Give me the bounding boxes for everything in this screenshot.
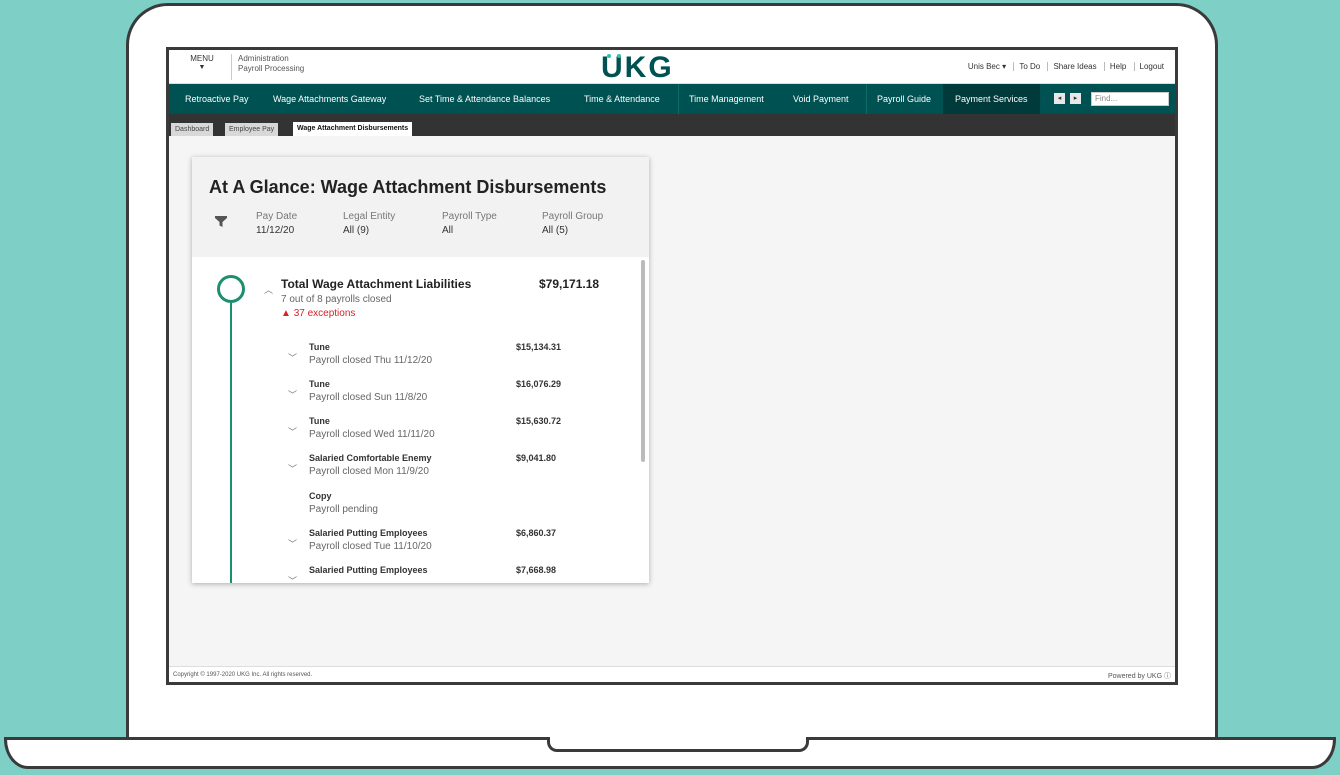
user-menu-link[interactable]: Unis Bec ▾ — [963, 62, 1011, 71]
nav-separator — [866, 84, 867, 114]
tab-wage-attachment-disbursements[interactable]: Wage Attachment Disbursements — [293, 122, 413, 136]
payroll-row[interactable]: ﹀ Salaried Putting Employees Payroll clo… — [288, 528, 578, 560]
payroll-amount: $9,041.80 — [516, 453, 557, 463]
payroll-name: Copy — [309, 491, 332, 501]
laptop-base — [4, 737, 1336, 769]
payroll-amount: $15,630.72 — [516, 416, 562, 426]
payroll-name: Tune — [309, 416, 330, 426]
laptop-notch — [547, 737, 809, 752]
payroll-name: Tune — [309, 342, 330, 352]
payroll-amount: $6,860.37 — [516, 528, 557, 538]
payroll-row[interactable]: ﹀ Salaried Comfortable Enemy Payroll clo… — [288, 453, 578, 485]
filter-label: Payroll Type — [442, 211, 497, 222]
filter-payroll-group[interactable]: Payroll Group All (5) — [542, 210, 603, 238]
nav-payment-services[interactable]: Payment Services — [943, 84, 1040, 114]
menu-label: MENU — [190, 54, 214, 63]
timeline-ring-icon — [217, 275, 245, 303]
payroll-row[interactable]: ﹀ Tune Payroll closed Wed 11/11/20 $15,6… — [288, 416, 578, 448]
payroll-row: Copy Payroll pending — [288, 491, 578, 523]
app-screen: MENU ▼ Administration Payroll Processing… — [166, 47, 1178, 685]
payroll-amount: $16,076.29 — [516, 379, 562, 389]
payroll-status: Payroll pending — [309, 504, 378, 515]
filter-label: Legal Entity — [343, 211, 396, 222]
nav-void-payment[interactable]: Void Payment — [793, 84, 849, 114]
timeline-line — [230, 303, 232, 583]
footer: Copyright © 1997-2020 UKG Inc. All right… — [169, 666, 1175, 682]
payroll-name: Salaried Comfortable Enemy — [309, 453, 432, 463]
payroll-name: Salaried Putting Employees — [309, 528, 428, 538]
copyright-text: Copyright © 1997-2020 UKG Inc. All right… — [173, 672, 313, 678]
help-link[interactable]: Help — [1103, 62, 1132, 71]
logo-dots-icon — [607, 54, 621, 58]
filter-icon[interactable] — [214, 214, 228, 228]
exceptions-link[interactable]: ▲ 37 exceptions — [281, 308, 355, 319]
chevron-down-icon[interactable]: ﹀ — [288, 574, 297, 583]
logout-link[interactable]: Logout — [1133, 62, 1169, 71]
nav-time-attendance[interactable]: Time & Attendance — [584, 84, 660, 114]
ukg-logo: UKG — [601, 51, 674, 85]
nav-separator — [678, 84, 679, 114]
filter-legal-entity[interactable]: Legal Entity All (9) — [343, 210, 395, 238]
nav-prev-icon[interactable]: ◂ — [1054, 93, 1065, 104]
todo-link[interactable]: To Do — [1013, 62, 1046, 71]
share-ideas-link[interactable]: Share Ideas — [1047, 62, 1102, 71]
payroll-name: Salaried Putting Employees — [309, 565, 428, 575]
payroll-status: Payroll closed Thu 11/12/20 — [309, 355, 433, 366]
payroll-name: Tune — [309, 379, 330, 389]
payroll-row[interactable]: ﹀ Salaried Putting Employees $7,668.98 — [288, 565, 578, 583]
payroll-status: Payroll closed Wed 11/11/20 — [309, 429, 435, 440]
total-title: Total Wage Attachment Liabilities — [281, 277, 472, 291]
total-subtitle: 7 out of 8 payrolls closed — [281, 294, 392, 305]
filter-value: All (9) — [343, 225, 370, 236]
nav-set-time-attendance-balances[interactable]: Set Time & Attendance Balances — [419, 84, 550, 114]
top-bar: MENU ▼ Administration Payroll Processing… — [169, 50, 1175, 84]
powered-by-text: Powered by UKG ⓘ — [1107, 673, 1171, 680]
filter-payroll-type[interactable]: Payroll Type All — [442, 210, 497, 238]
payroll-status: Payroll closed Sun 11/8/20 — [309, 392, 428, 403]
filter-pay-date[interactable]: Pay Date 11/12/20 — [256, 210, 297, 238]
chevron-up-icon[interactable]: ︿ — [264, 283, 273, 296]
menu-button[interactable]: MENU ▼ — [177, 54, 227, 80]
breadcrumb-line-2: Payroll Processing — [238, 64, 305, 73]
chevron-down-icon[interactable]: ﹀ — [288, 351, 297, 364]
nav-payroll-guide[interactable]: Payroll Guide — [877, 84, 931, 114]
card-title: At A Glance: Wage Attachment Disbursemen… — [209, 177, 607, 197]
filter-label: Pay Date — [256, 211, 298, 222]
payroll-status: Payroll closed Mon 11/9/20 — [309, 466, 429, 477]
filter-value: All — [442, 225, 454, 236]
card-header: At A Glance: Wage Attachment Disbursemen… — [192, 157, 649, 257]
payroll-status: Payroll closed Tue 11/10/20 — [309, 541, 432, 552]
sub-tab-bar: Dashboard Employee Pay Wage Attachment D… — [169, 114, 1175, 136]
caret-down-icon: ▼ — [198, 64, 206, 71]
chevron-down-icon[interactable]: ﹀ — [288, 537, 297, 550]
tab-employee-pay[interactable]: Employee Pay — [225, 123, 279, 136]
nav-next-icon[interactable]: ▸ — [1070, 93, 1081, 104]
chevron-down-icon[interactable]: ﹀ — [288, 425, 297, 438]
filter-label: Payroll Group — [542, 211, 604, 222]
card-scrollbar[interactable] — [641, 260, 645, 462]
payroll-row[interactable]: ﹀ Tune Payroll closed Thu 11/12/20 $15,1… — [288, 342, 578, 374]
breadcrumb: Administration Payroll Processing — [231, 54, 304, 80]
payroll-amount: $15,134.31 — [516, 342, 562, 352]
main-nav: Retroactive Pay Wage Attachments Gateway… — [169, 84, 1175, 114]
chevron-down-icon[interactable]: ﹀ — [288, 462, 297, 475]
tab-dashboard[interactable]: Dashboard — [171, 123, 214, 136]
payroll-row[interactable]: ﹀ Tune Payroll closed Sun 11/8/20 $16,07… — [288, 379, 578, 411]
chevron-down-icon[interactable]: ﹀ — [288, 388, 297, 401]
at-a-glance-card: At A Glance: Wage Attachment Disbursemen… — [192, 157, 649, 583]
total-amount: $79,171.18 — [539, 277, 600, 291]
top-links: Unis Bec ▾ To Do Share Ideas Help Logout — [963, 62, 1169, 71]
payroll-amount: $7,668.98 — [516, 565, 557, 575]
find-input[interactable]: Find... — [1091, 92, 1169, 106]
nav-wage-attachments-gateway[interactable]: Wage Attachments Gateway — [273, 84, 386, 114]
breadcrumb-line-1: Administration — [238, 54, 289, 63]
warning-icon: ▲ — [281, 308, 291, 319]
filter-value: 11/12/20 — [256, 225, 295, 236]
nav-retroactive-pay[interactable]: Retroactive Pay — [185, 84, 249, 114]
nav-time-management[interactable]: Time Management — [689, 84, 764, 114]
filter-value: All (5) — [542, 225, 569, 236]
exceptions-text: 37 exceptions — [293, 308, 356, 319]
